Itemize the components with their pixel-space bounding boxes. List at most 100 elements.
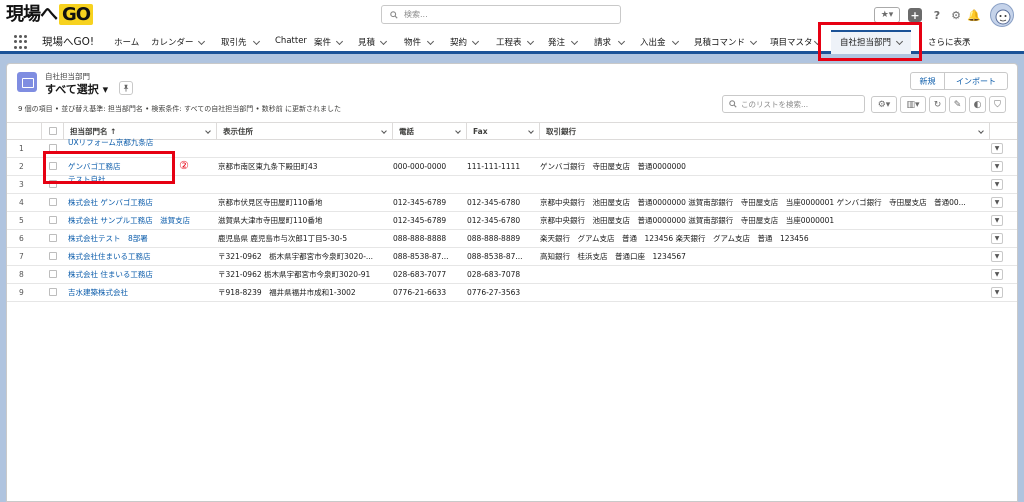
chevron-down-icon[interactable] [426, 37, 435, 46]
address-cell: 京都市伏見区寺田屋町110番地 [218, 198, 323, 207]
favorites-button[interactable]: ★▾ [874, 7, 900, 23]
tab-properties[interactable]: 物件 [404, 36, 421, 48]
chevron-down-icon[interactable] [455, 128, 461, 134]
help-icon[interactable]: ? [930, 7, 944, 23]
tab-estimate-command[interactable]: 見積コマンド [694, 36, 745, 48]
import-button[interactable]: インポート [944, 72, 1008, 90]
row-actions-dropdown[interactable]: ▼ [991, 269, 1003, 280]
chevron-down-icon[interactable] [570, 37, 579, 46]
gear-icon[interactable]: ⚙ [949, 7, 963, 23]
phone-cell: 012-345-6789 [393, 198, 447, 207]
fax-cell: 088-888-8889 [467, 234, 521, 243]
app-logo[interactable]: 現場へ GO [6, 4, 122, 26]
column-header-bank[interactable]: 取引銀行 [540, 123, 990, 140]
row-actions-dropdown[interactable]: ▼ [991, 143, 1003, 154]
chevron-down-icon[interactable] [526, 37, 535, 46]
chevron-down-icon[interactable] [978, 128, 984, 134]
app-launcher-icon[interactable] [14, 35, 28, 49]
list-view-selector[interactable]: すべて選択 ▾ [45, 81, 108, 97]
row-checkbox[interactable] [49, 234, 57, 242]
tab-item-master[interactable]: 項目マスタ [770, 36, 813, 48]
chevron-down-icon[interactable] [381, 128, 387, 134]
fax-cell: 012-345-6780 [467, 216, 521, 225]
bank-cell: 京都中央銀行 池田屋支店 普通0000000 滋賀南部銀行 寺田屋支店 当座00… [540, 198, 966, 207]
caret-down-icon[interactable]: ▼ [964, 37, 969, 45]
address-cell [218, 176, 394, 193]
display-as-table-icon[interactable]: ▥▾ [900, 96, 926, 113]
column-header-fax-label: Fax [473, 127, 488, 136]
row-checkbox[interactable] [49, 252, 57, 260]
department-name-link[interactable]: 株式会社 サンプル工務店 滋賀支店 [68, 212, 218, 229]
chevron-down-icon[interactable] [471, 37, 480, 46]
tab-schedule[interactable]: 工程表 [496, 36, 522, 48]
annotation-box-2 [43, 151, 175, 184]
table-row: 5 株式会社 サンプル工務店 滋賀支店 滋賀県大津市寺田屋町110番地 012-… [7, 212, 1017, 230]
global-search-input[interactable]: 検索... [381, 5, 621, 24]
pin-icon[interactable] [119, 81, 133, 95]
chevron-down-icon[interactable] [749, 37, 758, 46]
row-checkbox[interactable] [49, 198, 57, 206]
column-header-phone[interactable]: 電話 [393, 123, 467, 140]
tab-chatter[interactable]: Chatter [275, 36, 307, 46]
tab-projects[interactable]: 案件 [314, 36, 331, 48]
address-cell: 滋賀県大津市寺田屋町110番地 [218, 216, 323, 225]
phone-cell: 0776-21-6633 [393, 288, 447, 297]
edit-pencil-icon[interactable]: ✎ [949, 96, 966, 113]
select-all-checkbox[interactable] [49, 127, 57, 135]
avatar[interactable] [990, 3, 1014, 27]
list-search-input[interactable]: このリストを検索... [722, 95, 865, 113]
tab-accounts[interactable]: 取引先 [221, 36, 247, 48]
row-checkbox[interactable] [49, 216, 57, 224]
chevron-down-icon[interactable] [379, 37, 388, 46]
column-header-address[interactable]: 表示住所 [217, 123, 393, 140]
tab-estimates[interactable]: 見積 [358, 36, 375, 48]
row-number: 2 [19, 162, 24, 171]
row-actions-dropdown[interactable]: ▼ [991, 161, 1003, 172]
refresh-icon[interactable]: ↻ [929, 96, 946, 113]
chevron-down-icon[interactable] [197, 37, 206, 46]
row-actions-dropdown[interactable]: ▼ [991, 179, 1003, 190]
department-name-link[interactable]: 吉水建築株式会社 [68, 284, 218, 301]
department-name-link[interactable]: 株式会社住まいる工務店 [68, 248, 218, 265]
department-name-link[interactable]: 株式会社 住まいる工務店 [68, 266, 218, 283]
global-actions-icon[interactable]: + [908, 8, 922, 22]
row-number: 3 [19, 180, 24, 189]
row-checkbox[interactable] [49, 288, 57, 296]
tab-calendar[interactable]: カレンダー [151, 36, 194, 48]
chart-icon[interactable]: ◐ [969, 96, 986, 113]
row-actions-dropdown[interactable]: ▼ [991, 251, 1003, 262]
list-settings-gear-icon[interactable]: ⚙▾ [871, 96, 897, 113]
tab-payments[interactable]: 入出金 [640, 36, 666, 48]
fax-cell [467, 176, 540, 193]
chevron-down-icon[interactable] [528, 128, 534, 134]
row-actions-dropdown[interactable]: ▼ [991, 215, 1003, 226]
chevron-down-icon[interactable] [252, 37, 261, 46]
phone-cell [393, 140, 466, 157]
row-checkbox[interactable] [49, 270, 57, 278]
chevron-down-icon[interactable] [671, 37, 680, 46]
bell-icon[interactable]: 🔔 [967, 7, 981, 23]
tab-invoices[interactable]: 請求 [594, 36, 611, 48]
chevron-down-icon[interactable] [617, 37, 626, 46]
list-meta-info: 9 個の項目 • 並び替え基準: 担当部門名 • 検索条件: すべての自社担当部… [18, 105, 342, 113]
row-actions-dropdown[interactable]: ▼ [991, 233, 1003, 244]
tab-home[interactable]: ホーム [114, 36, 139, 48]
row-actions-dropdown[interactable]: ▼ [991, 287, 1003, 298]
bank-cell: ゲンバゴ銀行 寺田屋支店 普通0000000 [540, 162, 686, 171]
department-name-link[interactable]: 株式会社 ゲンバゴ工務店 [68, 194, 218, 211]
fax-cell: 088-8538-87... [467, 252, 523, 261]
filter-icon[interactable]: ⛉ [989, 96, 1006, 113]
column-header-fax[interactable]: Fax [467, 123, 540, 140]
app-name: 現場へGO! [42, 36, 95, 48]
row-number: 4 [19, 198, 24, 207]
row-actions-dropdown[interactable]: ▼ [991, 197, 1003, 208]
chevron-down-icon[interactable] [335, 37, 344, 46]
bank-cell [540, 266, 990, 283]
tab-orders[interactable]: 発注 [548, 36, 565, 48]
chevron-down-icon[interactable] [205, 128, 211, 134]
new-button[interactable]: 新規 [910, 72, 945, 90]
department-name-link[interactable]: 株式会社テスト 8部署 [68, 230, 218, 247]
department-name-link[interactable]: UXリフォーム京都九条店 [68, 134, 218, 151]
tab-contracts[interactable]: 契約 [450, 36, 467, 48]
fax-cell: 111-111-1111 [467, 162, 521, 171]
